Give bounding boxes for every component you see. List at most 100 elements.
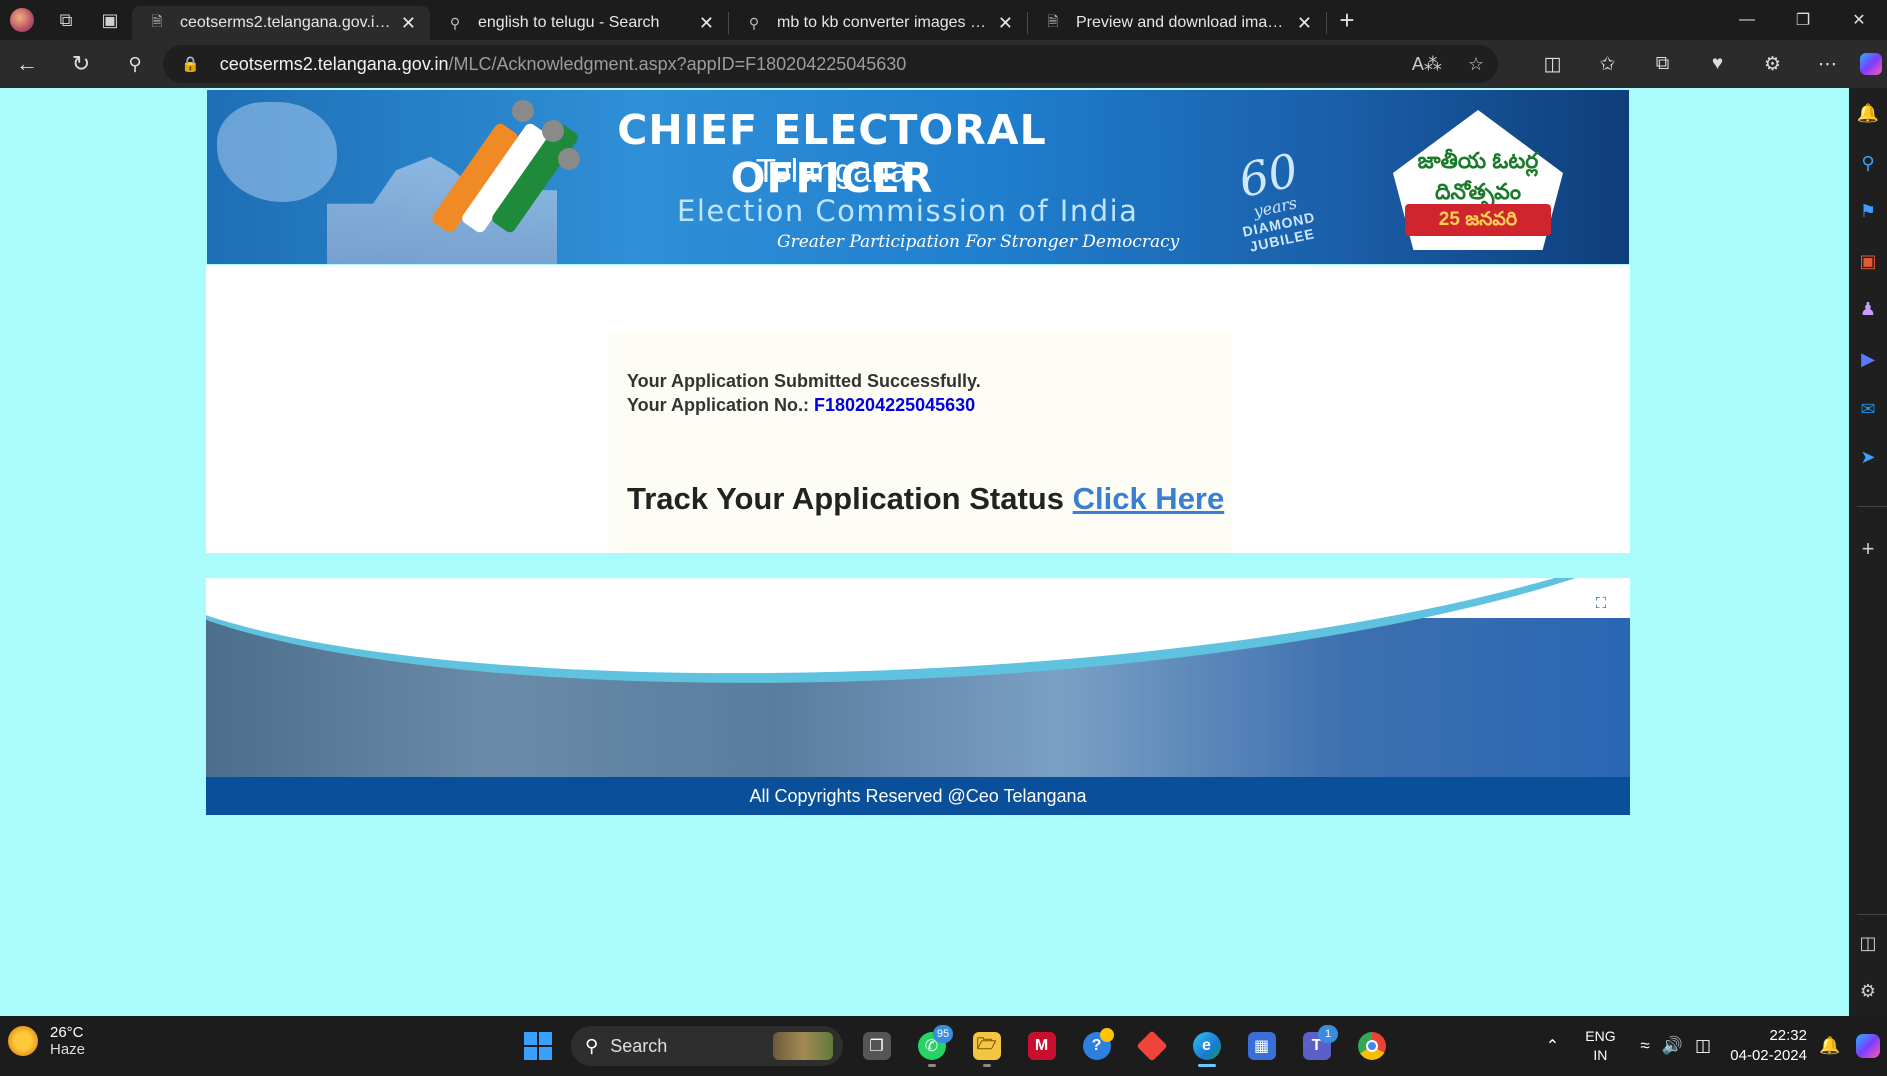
close-window-icon[interactable]: ✕: [1831, 0, 1887, 40]
weather-text: 26°C Haze: [50, 1024, 85, 1058]
back-button[interactable]: ←: [0, 40, 54, 88]
window-controls: — ❐ ✕: [1719, 0, 1887, 40]
copilot-icon: [1856, 1034, 1880, 1058]
extensions-icon[interactable]: ⚙: [1745, 53, 1800, 76]
visual-search-icon[interactable]: ⛶: [1586, 588, 1616, 618]
file-explorer-app[interactable]: 🗁: [959, 1024, 1014, 1068]
teams-app[interactable]: T 1: [1289, 1024, 1344, 1068]
logo-dot: [512, 100, 534, 122]
mcafee-app[interactable]: M: [1014, 1024, 1069, 1068]
clock[interactable]: 22:32 04-02-2024: [1723, 1026, 1811, 1066]
favorite-star-icon[interactable]: ☆: [1468, 54, 1484, 75]
nvd-line2: 25 జనవరి: [1405, 204, 1551, 236]
anydesk-app[interactable]: [1124, 1024, 1179, 1068]
workspaces-icon[interactable]: ⧉: [44, 0, 88, 40]
profile-avatar[interactable]: [0, 0, 44, 40]
nvd-line1: జాతీయ ఓటర్ల దినోత్సవం: [1417, 148, 1539, 204]
logo-dot: [542, 120, 564, 142]
search-icon[interactable]: ⚲: [1849, 148, 1887, 178]
tab-title: ceotserms2.telangana.gov.in/MLC/Acknowle…: [180, 14, 393, 31]
tab-mb-to-kb[interactable]: ⚲ mb to kb converter images - Search ✕: [729, 6, 1027, 40]
temperature: 26°C: [50, 1024, 84, 1041]
region-code: IN: [1593, 1047, 1608, 1063]
favorites-icon[interactable]: ✩: [1580, 53, 1635, 76]
search-icon: ⚲: [748, 14, 760, 31]
browser-toolbar: ← ↻ ⚲ 🔒 ceotserms2.telangana.gov.in/MLC/…: [0, 40, 1887, 88]
close-tab-icon[interactable]: ✕: [699, 13, 714, 34]
address-bar[interactable]: 🔒 ceotserms2.telangana.gov.in/MLC/Acknow…: [163, 45, 1498, 83]
tab-english-to-telugu[interactable]: ⚲ english to telugu - Search ✕: [430, 6, 728, 40]
minimize-icon[interactable]: —: [1719, 0, 1775, 40]
success-message: Your Application Submitted Successfully.: [627, 371, 981, 391]
url-host: ceotserms2.telangana.gov.in: [219, 53, 449, 74]
tab-title: english to telugu - Search: [478, 14, 660, 31]
page-icon: 🗎: [1047, 13, 1059, 29]
get-help-app[interactable]: ?: [1069, 1024, 1124, 1068]
diamond-jubilee-badge: 60 years DIAMOND JUBILEE: [1200, 139, 1344, 255]
refresh-button[interactable]: ↻: [54, 40, 108, 88]
copilot-button[interactable]: [1855, 53, 1887, 75]
notifications-bell-icon[interactable]: 🔔: [1849, 98, 1887, 128]
chrome-icon: [1357, 1032, 1386, 1060]
drop-send-icon[interactable]: ➤: [1849, 442, 1887, 472]
read-aloud-icon[interactable]: A⁂: [1412, 54, 1442, 75]
microsoft-store-app[interactable]: ▦: [1234, 1024, 1289, 1068]
taskbar-search-box[interactable]: ⚲ Search: [571, 1026, 843, 1066]
notification-center-bell-icon[interactable]: 🔔: [1811, 1036, 1849, 1056]
copilot-sidebar-icon[interactable]: ▶: [1849, 344, 1887, 374]
close-tab-icon[interactable]: ✕: [401, 13, 416, 34]
copilot-taskbar-button[interactable]: [1849, 1034, 1887, 1058]
status-icons[interactable]: ≈ 🔊 ◫: [1628, 1036, 1723, 1056]
whatsapp-app[interactable]: ✆ 95: [904, 1024, 959, 1068]
shopping-tag-icon[interactable]: ⚑: [1849, 196, 1887, 226]
weather-widget[interactable]: 26°C Haze: [8, 1024, 85, 1058]
task-view-button[interactable]: ❐: [849, 1024, 904, 1068]
clock-date: 04-02-2024: [1730, 1047, 1807, 1064]
close-tab-icon[interactable]: ✕: [998, 13, 1013, 34]
outlook-icon[interactable]: ✉: [1849, 394, 1887, 424]
mcafee-shield-icon: M: [1027, 1032, 1056, 1060]
more-menu-icon[interactable]: ⋯: [1800, 53, 1855, 76]
hide-sidebar-icon[interactable]: ◫: [1849, 928, 1887, 958]
tools-briefcase-icon[interactable]: ▣: [1849, 246, 1887, 276]
application-number-label: Your Application No.:: [627, 395, 809, 415]
battery-icon: ◫: [1694, 1036, 1711, 1055]
telangana-map-graphic: [217, 102, 337, 202]
banner-state: Telangana: [755, 152, 909, 189]
close-tab-icon[interactable]: ✕: [1297, 13, 1312, 34]
start-button[interactable]: [510, 1024, 565, 1068]
show-hidden-icons-chevron-icon[interactable]: ⌃: [1532, 1036, 1572, 1056]
collections-icon[interactable]: ⧉: [1635, 53, 1690, 75]
tab-acknowledgment[interactable]: 🗎 ceotserms2.telangana.gov.in/MLC/Acknow…: [132, 6, 430, 40]
volume-icon: 🔊: [1661, 1036, 1683, 1055]
header-banner: CHIEF ELECTORAL OFFICER Telangana Electi…: [207, 90, 1629, 264]
add-sidebar-app-icon[interactable]: +: [1849, 534, 1887, 564]
weather-haze-icon: [8, 1026, 38, 1056]
new-tab-button[interactable]: +: [1327, 0, 1367, 40]
track-status-line: Track Your Application Status Click Here: [627, 481, 1224, 517]
task-view-icon: ❐: [862, 1032, 891, 1060]
clock-time: 22:32: [1769, 1027, 1807, 1044]
application-number: F180204225045630: [814, 395, 976, 415]
national-voters-day-logo: జాతీయ ఓటర్ల దినోత్సవం 25 జనవరి: [1383, 98, 1573, 258]
windows-logo-icon: [523, 1032, 552, 1060]
sidebar-settings-gear-icon[interactable]: ⚙: [1849, 976, 1887, 1006]
lock-icon[interactable]: 🔒: [181, 55, 200, 73]
language-code: ENG: [1585, 1028, 1616, 1044]
main-content: Your Application Submitted Successfully.…: [206, 265, 1630, 553]
vertical-tabs-icon[interactable]: ▣: [88, 0, 132, 40]
browser-essentials-icon[interactable]: ♥: [1690, 53, 1745, 75]
games-icon[interactable]: ♟: [1849, 294, 1887, 324]
split-screen-icon[interactable]: ◫: [1525, 53, 1580, 76]
tab-preview-download[interactable]: 🗎 Preview and download image - Resize ✕: [1028, 6, 1326, 40]
acknowledgment-panel: Your Application Submitted Successfully.…: [609, 331, 1232, 553]
input-language[interactable]: ENG IN: [1572, 1027, 1628, 1065]
page-viewport: CHIEF ELECTORAL OFFICER Telangana Electi…: [0, 88, 1849, 1016]
chrome-app[interactable]: [1344, 1024, 1399, 1068]
search-highlight-image: [773, 1032, 833, 1060]
search-icon[interactable]: ⚲: [108, 40, 162, 88]
edge-app[interactable]: e: [1179, 1024, 1234, 1068]
restore-icon[interactable]: ❐: [1775, 0, 1831, 40]
wifi-icon: ≈: [1640, 1036, 1650, 1055]
track-status-link[interactable]: Click Here: [1073, 481, 1225, 516]
